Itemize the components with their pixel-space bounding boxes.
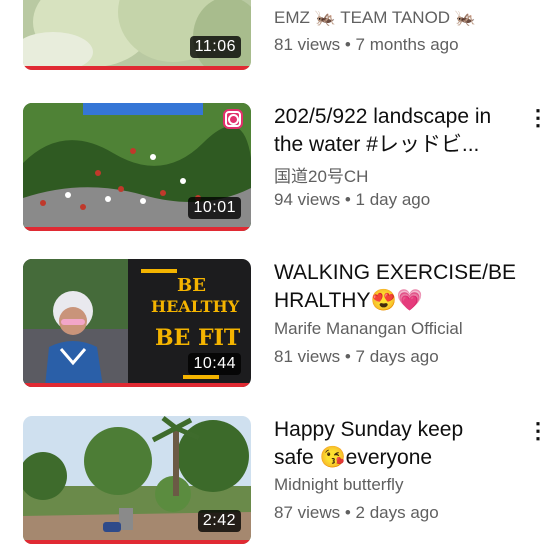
video-duration: 2:42 (197, 510, 241, 532)
video-title[interactable]: WALKING EXERCISE/BE HRALTHY😍💗 (274, 259, 529, 317)
video-duration: 10:44 (188, 353, 241, 375)
more-options-icon[interactable]: ⋮ (527, 420, 549, 448)
thumbnail-sticker-line (141, 269, 177, 273)
video-title[interactable]: Happy Sunday keep safe 😘everyone (274, 416, 506, 474)
video-meta: 94 views • 1 day ago (274, 190, 430, 210)
upload-age: 2 days ago (355, 503, 439, 522)
watch-progress-bar (23, 383, 251, 387)
channel-name[interactable]: 国道20号CH (274, 162, 368, 187)
meta-separator: • (340, 35, 356, 54)
thumbnail-text-be: BE (177, 275, 206, 296)
video-meta: 81 views • 7 months ago (274, 35, 459, 55)
video-thumbnail[interactable]: BE HEALTHY BE FIT 10:44 (23, 259, 251, 387)
video-thumbnail[interactable]: 11:06 (23, 0, 251, 70)
view-count: 81 views (274, 347, 341, 366)
video-item[interactable]: 11:06 EMZ 🦗 TEAM TANOD 🦗 81 views • 7 mo… (0, 0, 560, 72)
video-meta: 81 views • 7 days ago (274, 347, 439, 367)
watch-progress-bar (23, 540, 251, 544)
video-item[interactable]: BE HEALTHY BE FIT 10:44 WALKING EXERCISE… (0, 259, 560, 389)
meta-separator: • (340, 503, 356, 522)
video-duration: 10:01 (188, 197, 241, 219)
channel-name[interactable]: Midnight butterfly (274, 475, 403, 495)
video-thumbnail[interactable]: 2:42 (23, 416, 251, 544)
video-title[interactable]: 202/5/922 landscape in the water #レッドビ..… (274, 103, 526, 159)
video-duration: 11:06 (189, 36, 241, 58)
upload-age: 7 days ago (355, 347, 439, 366)
video-item[interactable]: 10:01 202/5/922 landscape in the water #… (0, 103, 560, 233)
video-meta: 87 views • 2 days ago (274, 503, 439, 523)
upload-age: 1 day ago (355, 190, 431, 209)
thumbnail-image (23, 0, 251, 70)
video-thumbnail[interactable]: 10:01 (23, 103, 251, 231)
instagram-icon (223, 109, 243, 129)
thumbnail-text-befit: BE FIT (155, 325, 241, 351)
more-options-icon[interactable]: ⋮ (527, 107, 549, 135)
watch-progress-bar (23, 227, 251, 231)
view-count: 87 views (274, 503, 341, 522)
meta-separator: • (340, 190, 356, 209)
meta-separator: • (340, 347, 356, 366)
thumbnail-sticker-line (183, 375, 219, 379)
video-item[interactable]: 2:42 Happy Sunday keep safe 😘everyone ⋮ … (0, 416, 560, 546)
channel-name[interactable]: Marife Manangan Official (274, 319, 463, 339)
thumbnail-text-healthy: HEALTHY (151, 297, 240, 316)
view-count: 94 views (274, 190, 341, 209)
view-count: 81 views (274, 35, 341, 54)
watch-progress-bar (23, 66, 251, 70)
upload-age: 7 months ago (355, 35, 459, 54)
channel-name[interactable]: EMZ 🦗 TEAM TANOD 🦗 (274, 8, 476, 28)
